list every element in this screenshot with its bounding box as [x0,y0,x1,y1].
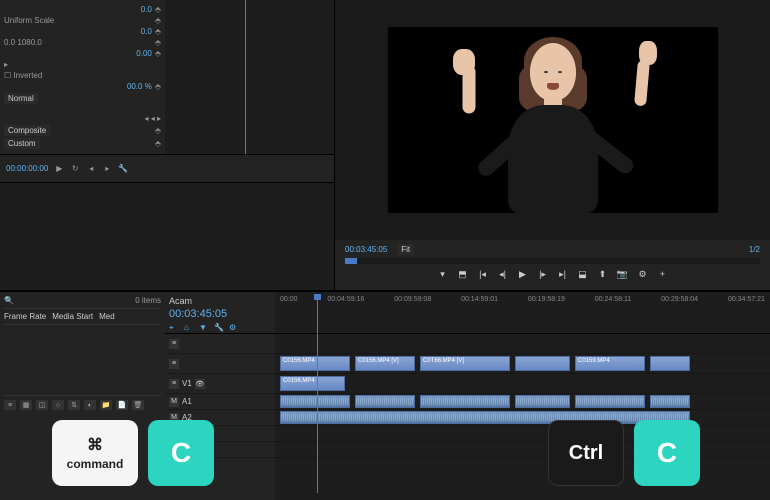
zoom-fit-dropdown[interactable]: Fit [397,244,414,255]
track-header-v2[interactable]: ≡ [165,354,275,374]
custom-dropdown[interactable]: Custom [4,138,40,149]
effect-spacer [0,183,334,290]
video-clip[interactable]: C0T66.MP4 [V] [420,356,510,371]
resolution-label: 1/2 [749,245,760,254]
ctrl-key: Ctrl [548,420,624,486]
project-search-icon[interactable]: 🔍 [4,296,14,305]
video-clip[interactable]: C0156.MP4 [280,356,350,371]
insert-icon[interactable]: ⬒ [457,268,469,280]
toggle-icon[interactable]: ≡ [169,359,179,369]
settings-icon[interactable]: 🔧 [214,323,225,334]
track-header-v3[interactable]: ≡ [165,334,275,354]
keyframe-icon[interactable]: ⬘ [155,16,161,25]
audio-clip[interactable] [355,395,415,408]
loop-icon[interactable]: ↻ [70,164,80,174]
command-symbol-icon: ⌘ [87,435,103,455]
shortcut-win: Ctrl C [548,420,700,486]
items-count: 0 items [135,296,161,305]
play-icon[interactable]: ▶ [54,164,64,174]
audio-clip[interactable] [575,395,645,408]
new-bin-icon[interactable]: 📁 [100,400,112,410]
new-item-icon[interactable]: 📄 [116,400,128,410]
time-ruler[interactable]: 00:00 00:04:59:16 00:09:59:08 00:14:59:0… [275,292,770,333]
col-med[interactable]: Med [99,312,115,321]
list-view-icon[interactable]: ≡ [4,400,16,410]
program-scrubber[interactable] [345,258,760,264]
icon-view-icon[interactable]: ▦ [20,400,32,410]
sort-icon[interactable]: ⇅ [68,400,80,410]
video-clip[interactable]: C0159.MP4 [575,356,645,371]
track-header-a1[interactable]: MA1 [165,394,275,410]
blend-mode-dropdown[interactable]: Normal [4,93,38,104]
toggle-icon[interactable]: ≡ [169,379,179,389]
frame-fwd-icon[interactable]: |▸ [537,268,549,280]
video-clip[interactable]: C0156.MP4 [280,376,345,391]
mute-icon[interactable]: M [169,397,179,407]
track-v3[interactable] [275,334,770,354]
col-mediastart[interactable]: Media Start [52,312,93,321]
keyframe-icon[interactable]: ⬘ [155,82,161,91]
c-key: C [634,420,700,486]
keyframe-icon[interactable]: ⬘ [155,49,161,58]
effect-controls-panel: 0.0⬘ Uniform Scale⬘ 0.0⬘ 0.0 1080.0⬘ 0.0… [0,0,335,290]
audio-clip[interactable] [515,395,570,408]
keyframe-icon[interactable]: ⬘ [155,27,161,36]
effect-properties[interactable]: 0.0⬘ Uniform Scale⬘ 0.0⬘ 0.0 1080.0⬘ 0.0… [0,0,165,154]
composite-dropdown[interactable]: Composite [4,125,50,136]
lift-icon[interactable]: ⬆ [597,268,609,280]
col-framerate[interactable]: Frame Rate [4,312,46,321]
keyframe-icon[interactable]: ⬘ [155,126,161,135]
step-fwd-icon[interactable]: ▸| [557,268,569,280]
effect-keyframe-area[interactable] [165,0,334,154]
track-a1[interactable] [275,394,770,410]
sequence-name[interactable]: Acam [169,296,271,306]
linked-sel-icon[interactable]: ⌂ [184,323,195,334]
freeform-icon[interactable]: ◫ [36,400,48,410]
keyframe-icon[interactable]: ⬘ [155,5,161,14]
source-timecode: 00:00:00:00 [6,164,48,173]
play-icon[interactable]: ▶ [517,268,529,280]
mark-in-icon[interactable]: ▾ [437,268,449,280]
eye-icon[interactable]: 👁 [195,379,205,389]
program-timecode: 00:03:45:05 [345,245,387,254]
preview-subject [453,35,653,213]
program-monitor-panel: 00:03:45:05 Fit 1/2 ▾ ⬒ |◂ ◂| ▶ |▸ ▸| ⬓ … [335,0,770,290]
snap-icon[interactable]: ⌖ [169,323,180,334]
plus-icon[interactable]: + [657,268,669,280]
audio-clip[interactable] [280,395,350,408]
program-monitor[interactable] [388,27,718,213]
wrench-icon[interactable]: ⚙ [229,323,240,334]
video-clip[interactable] [515,356,570,371]
audio-clip[interactable] [420,395,510,408]
timeline-playhead[interactable] [317,294,318,493]
track-v2[interactable]: C0156.MP4 C0156.MP4 [V] C0T66.MP4 [V] C0… [275,354,770,374]
zoom-slider[interactable]: ○ [52,400,64,410]
toggle-icon[interactable]: ≡ [169,339,179,349]
step-back-icon[interactable]: |◂ [477,268,489,280]
track-v1[interactable]: C0156.MP4 [275,374,770,394]
video-clip[interactable] [650,356,690,371]
frame-back-icon[interactable]: ◂| [497,268,509,280]
track-header-v1[interactable]: ≡V1👁 [165,374,275,394]
step-fwd-icon[interactable]: ▸ [102,164,112,174]
timeline-timecode[interactable]: 00:03:45:05 [169,308,271,320]
shortcut-mac: ⌘ command C [52,420,214,486]
wrench-icon[interactable]: 🔧 [118,164,128,174]
c-key: C [148,420,214,486]
video-clip[interactable]: C0156.MP4 [V] [355,356,415,371]
settings-icon[interactable]: ⚙ [637,268,649,280]
keyframe-icon[interactable]: ⬘ [155,139,161,148]
source-transport: 00:00:00:00 ▶ ↻ ◂ ▸ 🔧 [0,155,334,183]
marker-icon[interactable]: ▼ [199,323,210,334]
find-icon[interactable]: ◐ [84,400,96,410]
trash-icon[interactable]: 🗑 [132,400,144,410]
export-frame-icon[interactable]: 📷 [617,268,629,280]
step-back-icon[interactable]: ◂ [86,164,96,174]
ec-playhead[interactable] [245,0,246,154]
mark-out-icon[interactable]: ⬓ [577,268,589,280]
audio-clip[interactable] [650,395,690,408]
keyframe-icon[interactable]: ⬘ [155,38,161,47]
command-key: ⌘ command [52,420,138,486]
